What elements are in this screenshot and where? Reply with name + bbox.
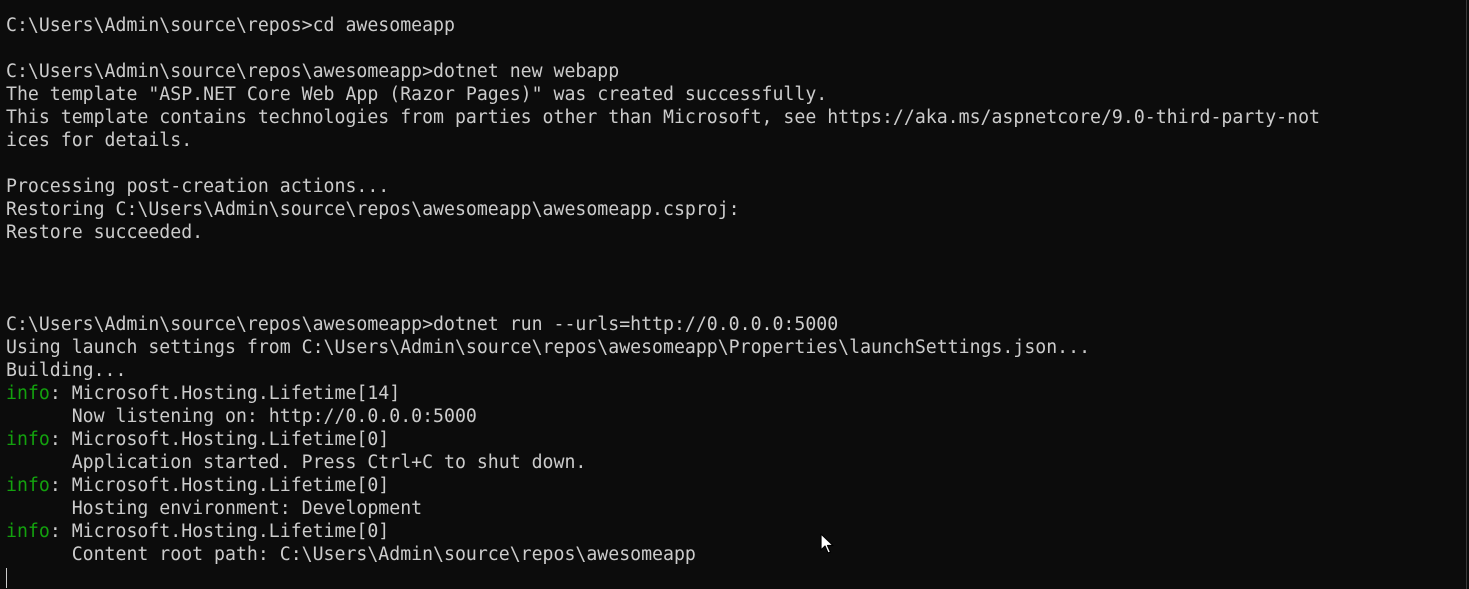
terminal-line: The template "ASP.NET Core Web App (Razo… (6, 83, 1469, 106)
terminal-window[interactable]: C:\Users\Admin\source\repos>cd awesomeap… (0, 0, 1469, 589)
terminal-line: C:\Users\Admin\source\repos>cd awesomeap… (6, 14, 1469, 37)
terminal-line: Application started. Press Ctrl+C to shu… (6, 451, 1469, 474)
terminal-line: Building... (6, 359, 1469, 382)
log-level-info: info (6, 383, 50, 404)
terminal-line: Processing post-creation actions... (6, 175, 1469, 198)
terminal-line-text: Now listening on: http://0.0.0.0:5000 (6, 406, 477, 427)
terminal-line: info: Microsoft.Hosting.Lifetime[0] (6, 428, 1469, 451)
terminal-line-text: Building... (6, 360, 127, 381)
terminal-line: C:\Users\Admin\source\repos\awesomeapp>d… (6, 313, 1469, 336)
terminal-line-text: Restore succeeded. (6, 222, 204, 243)
terminal-line: Using launch settings from C:\Users\Admi… (6, 336, 1469, 359)
terminal-line-text: Content root path: C:\Users\Admin\source… (6, 544, 696, 565)
terminal-line-text: This template contains technologies from… (6, 107, 1320, 128)
terminal-line: info: Microsoft.Hosting.Lifetime[0] (6, 520, 1469, 543)
terminal-line: Restore succeeded. (6, 221, 1469, 244)
terminal-line-text: C:\Users\Admin\source\repos>cd awesomeap… (6, 15, 455, 36)
terminal-line: Content root path: C:\Users\Admin\source… (6, 543, 1469, 566)
terminal-line: info: Microsoft.Hosting.Lifetime[14] (6, 382, 1469, 405)
terminal-line: ices for details. (6, 129, 1469, 152)
terminal-line: This template contains technologies from… (6, 106, 1469, 129)
terminal-line: Restoring C:\Users\Admin\source\repos\aw… (6, 198, 1469, 221)
terminal-line: Hosting environment: Development (6, 497, 1469, 520)
log-level-info: info (6, 521, 50, 542)
scrollbar-track[interactable] (1466, 0, 1467, 589)
terminal-line-text: Restoring C:\Users\Admin\source\repos\aw… (6, 199, 740, 220)
terminal-line-text: : Microsoft.Hosting.Lifetime[0] (49, 429, 390, 450)
terminal-line-text: : Microsoft.Hosting.Lifetime[0] (49, 475, 390, 496)
log-level-info: info (6, 475, 50, 496)
terminal-line-text: Hosting environment: Development (6, 498, 423, 519)
terminal-line-text: The template "ASP.NET Core Web App (Razo… (6, 84, 828, 105)
terminal-line-text: C:\Users\Admin\source\repos\awesomeapp>d… (6, 314, 839, 335)
terminal-line-text: Using launch settings from C:\Users\Admi… (6, 337, 1091, 358)
text-cursor (6, 568, 7, 588)
terminal-line-text: : Microsoft.Hosting.Lifetime[0] (49, 521, 390, 542)
terminal-line: info: Microsoft.Hosting.Lifetime[0] (6, 474, 1469, 497)
terminal-line-text: ices for details. (6, 130, 193, 151)
terminal-line-text: Application started. Press Ctrl+C to shu… (6, 452, 587, 473)
terminal-line-text: C:\Users\Admin\source\repos\awesomeapp>d… (6, 61, 620, 82)
terminal-output: C:\Users\Admin\source\repos>cd awesomeap… (6, 14, 1469, 566)
terminal-line: Now listening on: http://0.0.0.0:5000 (6, 405, 1469, 428)
mouse-pointer-icon (820, 533, 834, 554)
log-level-info: info (6, 429, 50, 450)
terminal-line-text: Processing post-creation actions... (6, 176, 390, 197)
terminal-line: C:\Users\Admin\source\repos\awesomeapp>d… (6, 60, 1469, 83)
terminal-line-text: : Microsoft.Hosting.Lifetime[14] (49, 383, 401, 404)
